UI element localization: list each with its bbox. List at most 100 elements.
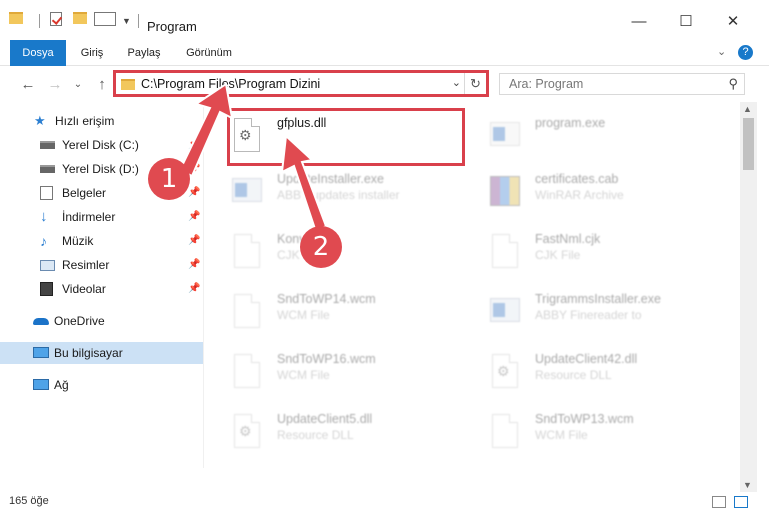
pin-icon[interactable]: 📌 <box>188 206 200 228</box>
scroll-up-icon[interactable]: ▲ <box>743 104 752 114</box>
file-item-updateclient42[interactable]: ⚙ UpdateClient42.dll Resource DLL <box>468 344 718 400</box>
sidebar-item-quick-access[interactable]: ★ Hızlı erişim <box>0 110 203 132</box>
divider <box>138 14 139 28</box>
back-button[interactable]: ← <box>18 75 38 95</box>
chevron-down-icon[interactable]: ▼ <box>122 16 131 32</box>
sidebar-item-music[interactable]: ♪ Müzik 📌 <box>0 230 203 252</box>
sidebar-item-videos[interactable]: Videolar 📌 <box>0 278 203 300</box>
large-icons-view-icon[interactable] <box>734 496 748 508</box>
sidebar-item-pictures[interactable]: Resimler 📌 <box>0 254 203 276</box>
drive-icon <box>40 141 55 149</box>
pin-icon[interactable]: 📌 <box>188 254 200 276</box>
pin-icon[interactable]: 📌 <box>188 134 200 156</box>
file-item-sndtowp14[interactable]: SndToWP14.wcm WCM File <box>210 284 460 340</box>
pin-icon[interactable]: 📌 <box>188 278 200 300</box>
status-bar: 165 öğe <box>0 492 769 524</box>
file-type: ABBY Finereader to <box>535 308 642 322</box>
file-item-certificates[interactable]: certificates.cab WinRAR Archive <box>468 164 718 220</box>
properties-icon[interactable] <box>50 12 62 26</box>
sidebar-item-onedrive[interactable]: OneDrive <box>0 310 203 332</box>
close-button[interactable]: ✕ <box>713 10 753 32</box>
file-item-trigramms[interactable]: TrigrammsInstaller.exe ABBY Finereader t… <box>468 284 718 340</box>
search-placeholder: Ara: Program <box>509 77 584 91</box>
sidebar-item-downloads[interactable]: ↓ İndirmeler 📌 <box>0 206 203 228</box>
file-name: program.exe <box>535 116 606 130</box>
drive-icon <box>40 165 55 173</box>
file-item-program-exe[interactable]: program.exe <box>468 108 718 164</box>
forward-button[interactable]: → <box>45 75 65 95</box>
installer-icon <box>230 172 264 212</box>
address-bar[interactable]: C:\Program Files\Program Dizini ⌄ ↻ <box>113 70 489 97</box>
minimize-button[interactable]: — <box>619 10 659 32</box>
file-name: SndToWP14.wcm <box>277 292 376 306</box>
sidebar-item-label: Ağ <box>54 378 69 392</box>
vertical-scrollbar[interactable]: ▲ ▼ <box>740 102 757 492</box>
file-item-sndtowp13[interactable]: SndToWP13.wcm WCM File <box>468 404 718 460</box>
chevron-down-icon[interactable]: ⌄ <box>452 76 461 89</box>
file-name: UpdateClient42.dll <box>535 352 638 366</box>
file-item-sndtowp16[interactable]: SndToWP16.wcm WCM File <box>210 344 460 400</box>
file-item-updateinstaller[interactable]: UpdateInstaller.exe ABBY updates install… <box>210 164 460 220</box>
sidebar-item-label: Yerel Disk (D:) <box>62 162 139 176</box>
sidebar-item-label: Resimler <box>62 258 110 272</box>
address-path[interactable]: C:\Program Files\Program Dizini <box>141 77 320 91</box>
download-icon: ↓ <box>40 208 48 225</box>
sidebar-item-network[interactable]: Ağ <box>0 374 203 396</box>
help-icon[interactable]: ? <box>738 45 753 60</box>
ribbon: Dosya Giriş Paylaş Görünüm ⌄ ? <box>0 40 769 96</box>
file-name: TrigrammsInstaller.exe <box>535 292 661 306</box>
sidebar-item-label: Hızlı erişim <box>55 114 115 128</box>
file-item-updateclient5[interactable]: ⚙ UpdateClient5.dll Resource DLL <box>210 404 460 460</box>
file-icon <box>230 352 264 392</box>
sidebar-item-label: Müzik <box>62 234 94 248</box>
file-type: ABBY updates installer <box>277 188 400 202</box>
search-icon: ⚲ <box>728 76 738 91</box>
network-icon <box>33 379 49 390</box>
chevron-down-icon[interactable]: ⌄ <box>717 45 726 58</box>
file-type: Resource DLL <box>535 368 612 382</box>
folder-icon <box>121 79 135 90</box>
cloud-icon <box>33 318 49 325</box>
file-type: WCM File <box>277 368 330 382</box>
file-type: Resource DLL <box>277 428 354 442</box>
pin-icon[interactable]: 📌 <box>188 182 200 204</box>
sidebar-item-label: Belgeler <box>62 186 107 200</box>
tab-home[interactable]: Giriş <box>72 40 112 66</box>
sidebar-item-this-pc[interactable]: Bu bilgisayar <box>0 342 203 364</box>
window-title: Program <box>147 19 197 34</box>
tab-share[interactable]: Paylaş <box>122 40 166 66</box>
up-button[interactable]: ↑ <box>92 75 112 95</box>
divider <box>39 14 40 28</box>
pin-icon[interactable]: 📌 <box>188 230 200 252</box>
file-item-fastnml[interactable]: FastNml.cjk CJK File <box>468 224 718 280</box>
scroll-down-icon[interactable]: ▼ <box>743 480 752 490</box>
file-name: UpdateInstaller.exe <box>277 172 385 186</box>
file-name: SndToWP16.wcm <box>277 352 376 366</box>
folder-icon <box>9 12 23 24</box>
sidebar-item-label: İndirmeler <box>62 210 116 224</box>
videos-icon <box>40 282 53 296</box>
customize-quick-access-icon[interactable] <box>94 12 116 26</box>
details-view-icon[interactable] <box>712 496 726 508</box>
selection-highlight <box>227 108 465 166</box>
maximize-button[interactable]: ☐ <box>666 10 706 32</box>
new-folder-icon[interactable] <box>73 12 87 24</box>
step-badge-1: 1 <box>148 158 190 200</box>
scroll-thumb[interactable] <box>743 118 754 170</box>
item-count: 165 öğe <box>9 495 49 507</box>
documents-icon <box>40 186 53 200</box>
search-input[interactable]: Ara: Program ⚲ <box>499 73 745 95</box>
sidebar-item-label: Videolar <box>62 282 106 296</box>
exe-file-icon <box>488 116 522 156</box>
file-name: FastNml.cjk <box>535 232 601 246</box>
recent-locations-button[interactable]: ⌄ <box>68 75 88 95</box>
sidebar-item-label: OneDrive <box>54 314 105 328</box>
tab-view[interactable]: Görünüm <box>178 40 240 66</box>
installer-icon <box>488 292 522 332</box>
file-type: CJK File <box>535 248 581 262</box>
refresh-button[interactable]: ↻ <box>464 73 486 94</box>
sidebar-item-local-disk-c[interactable]: Yerel Disk (C:) 📌 <box>0 134 203 156</box>
navigation-pane: ★ Hızlı erişim Yerel Disk (C:) 📌 Yerel D… <box>0 102 203 468</box>
title-bar: ▼ Program — ☐ ✕ <box>0 0 769 40</box>
step-badge-2: 2 <box>300 226 342 268</box>
